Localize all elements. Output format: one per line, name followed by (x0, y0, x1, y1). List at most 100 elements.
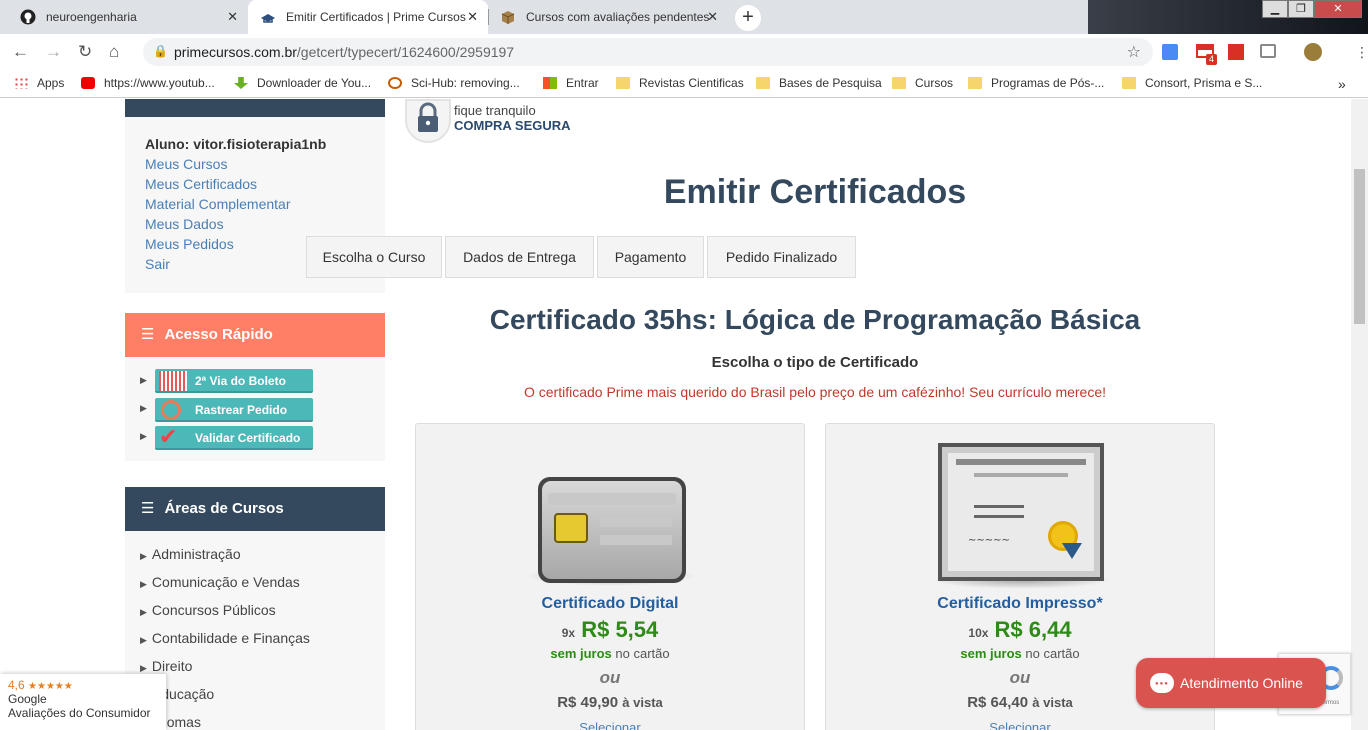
star-icon[interactable]: ☆ (1127, 42, 1141, 62)
areas-header: ☰ Áreas de Cursos (125, 487, 385, 531)
step-dados-entrega[interactable]: Dados de Entrega (445, 236, 594, 278)
bullet-arrow-icon: ▶ (140, 375, 147, 385)
windows-icon (543, 77, 557, 89)
close-icon[interactable]: ✕ (467, 9, 478, 25)
back-icon[interactable]: ← (12, 42, 29, 62)
secure-badge-line1: fique tranquilo (454, 103, 536, 118)
maximize-button[interactable]: ❐ (1288, 0, 1314, 18)
menu-meus-certificados[interactable]: Meus Certificados (145, 176, 257, 192)
rastrear-button[interactable]: Rastrear Pedido (155, 398, 313, 422)
google-reviews-badge[interactable]: 4,6 ★★★★★ Google Avaliações do Consumido… (0, 674, 166, 730)
boleto-button[interactable]: 2ª Via do Boleto (155, 369, 313, 393)
gmail-badge: 4 (1206, 54, 1217, 65)
prime-icon (260, 9, 276, 25)
bookmark-entrar[interactable]: Entrar (543, 76, 599, 90)
card-title[interactable]: Certificado Digital (416, 595, 804, 613)
bookmark-downloader[interactable]: Downloader de You... (234, 76, 371, 90)
list-icon: ☰ (141, 326, 155, 343)
github-icon (20, 9, 36, 25)
close-window-button[interactable]: ✕ (1314, 0, 1362, 18)
avatar[interactable] (1304, 43, 1322, 61)
magnifier-icon (161, 400, 181, 420)
area-contabilidade[interactable]: ▶ Contabilidade e Finanças (140, 630, 310, 646)
tab-cursos-pendentes[interactable]: Cursos com avaliações pendentes ✕ (488, 0, 728, 34)
bookmark-cursos[interactable]: Cursos (892, 76, 953, 90)
eye-icon (388, 77, 402, 89)
step-pagamento[interactable]: Pagamento (597, 236, 704, 278)
secure-badge-line2: COMPRA SEGURA (454, 118, 571, 133)
minimize-button[interactable]: ▁ (1262, 0, 1288, 18)
certificate-course-title: Certificado 35hs: Lógica de Programação … (489, 304, 1141, 335)
area-administracao[interactable]: ▶ Administração (140, 546, 241, 562)
checkmark-icon: ✔ (159, 424, 178, 449)
page-title: Emitir Certificados (663, 173, 967, 211)
area-direito[interactable]: ▶ Direito (140, 658, 192, 674)
area-concursos[interactable]: ▶ Concursos Públicos (140, 602, 276, 618)
download-arrow-icon (234, 77, 248, 89)
menu-meus-cursos[interactable]: Meus Cursos (145, 156, 227, 172)
or-text: ou (599, 668, 621, 687)
area-comunicacao[interactable]: ▶ Comunicação e Vendas (140, 574, 300, 590)
select-link[interactable]: Selecionar (826, 720, 1214, 730)
translate-icon[interactable] (1162, 44, 1178, 60)
chat-bubble-icon: ●●● (1150, 673, 1174, 693)
forward-icon[interactable]: → (45, 42, 62, 62)
bookmark-youtube[interactable]: https://www.youtub... (81, 76, 215, 90)
home-icon[interactable]: ⌂ (109, 42, 119, 62)
cast-icon[interactable] (1260, 44, 1276, 58)
tab-title: Cursos com avaliações pendentes (526, 10, 710, 24)
choose-type-subtitle: Escolha o tipo de Certificado (711, 354, 919, 371)
bookmark-programas[interactable]: Programas de Pós-... (968, 76, 1104, 90)
step-pedido-finalizado[interactable]: Pedido Finalizado (707, 236, 856, 278)
id-card-icon (538, 477, 686, 583)
box-icon (500, 9, 516, 25)
quick-access-header: ☰ Acesso Rápido (125, 313, 385, 357)
bookmark-revistas[interactable]: Revistas Cientificas (616, 76, 744, 90)
select-link[interactable]: Selecionar (416, 720, 804, 730)
close-icon[interactable]: ✕ (707, 9, 718, 25)
google-brand: Google (8, 692, 47, 706)
rating-stars: ★★★★★ (28, 681, 73, 692)
tab-neuroengenharia[interactable]: neuroengenharia ✕ (8, 0, 248, 34)
rating-value: 4,6 (8, 678, 25, 692)
bookmarks-overflow-icon[interactable]: » (1338, 76, 1346, 92)
tab-emitir-certificados[interactable]: Emitir Certificados | Prime Cursos ✕ (248, 0, 488, 34)
chat-button[interactable]: ●●● Atendimento Online (1136, 658, 1326, 708)
no-interest-text: sem juros no cartão (550, 646, 670, 661)
youtube-icon (81, 77, 95, 89)
menu-icon[interactable]: ⋮ (1355, 44, 1368, 61)
barcode-icon (159, 371, 187, 391)
tab-title: neuroengenharia (46, 10, 137, 24)
reload-icon[interactable]: ↻ (78, 42, 92, 62)
folder-icon (1122, 77, 1136, 89)
installment-price: 10x R$ 6,44 (968, 617, 1072, 642)
menu-material-complementar[interactable]: Material Complementar (145, 196, 291, 212)
menu-sair[interactable]: Sair (145, 256, 170, 272)
scrollbar-thumb[interactable] (1354, 169, 1365, 324)
list-icon: ☰ (141, 500, 155, 517)
lock-icon: 🔒 (153, 44, 168, 58)
folder-icon (756, 77, 770, 89)
cash-price: R$ 49,90 à vista (557, 694, 663, 711)
card-certificado-digital[interactable]: Certificado Digital 9x R$ 5,54 sem juros… (415, 423, 805, 730)
menu-meus-dados[interactable]: Meus Dados (145, 216, 224, 232)
page-scrollbar[interactable] (1351, 99, 1368, 730)
bookmark-scihub[interactable]: Sci-Hub: removing... (388, 76, 520, 90)
extension-icon[interactable] (1228, 44, 1244, 60)
bookmark-consort[interactable]: Consort, Prisma e S... (1122, 76, 1262, 90)
bookmark-apps[interactable]: Apps (14, 76, 64, 90)
validar-button[interactable]: ✔ Validar Certificado (155, 426, 313, 450)
close-icon[interactable]: ✕ (227, 9, 238, 25)
bookmark-bases[interactable]: Bases de Pesquisa (756, 76, 882, 90)
padlock-icon (405, 99, 451, 143)
page-content: Aluno: vitor.fisioterapia1nb Meus Cursos… (0, 99, 1351, 730)
bullet-arrow-icon: ▶ (140, 403, 147, 413)
card-title[interactable]: Certificado Impresso* (826, 595, 1214, 613)
bullet-arrow-icon: ▶ (140, 431, 147, 441)
tab-strip: neuroengenharia ✕ Emitir Certificados | … (0, 0, 1368, 34)
menu-meus-pedidos[interactable]: Meus Pedidos (145, 236, 234, 252)
user-panel-header (125, 99, 385, 117)
url-text: primecursos.com.br/getcert/typecert/1624… (174, 44, 515, 60)
new-tab-button[interactable]: + (735, 5, 761, 31)
step-escolha-curso[interactable]: Escolha o Curso (306, 236, 442, 278)
